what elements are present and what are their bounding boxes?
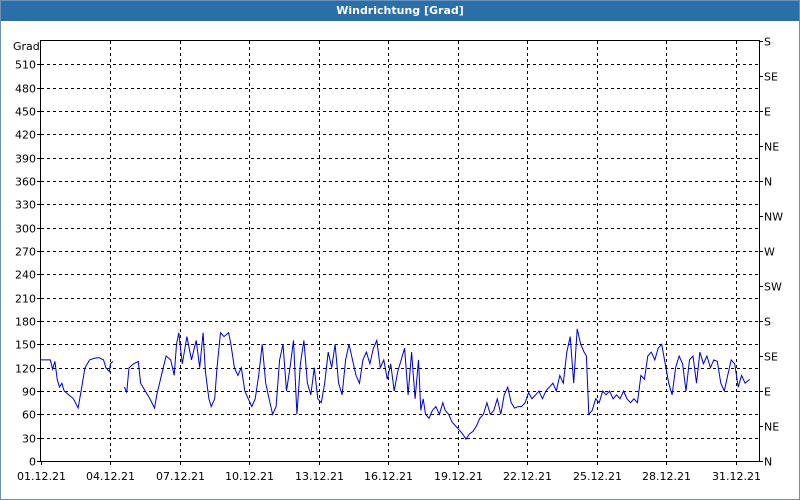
y2-tick-label: NE bbox=[764, 421, 779, 434]
y-axis-label: Grad bbox=[13, 40, 40, 53]
y-tick-label: 240 bbox=[15, 269, 36, 282]
y2-tick-label: E bbox=[764, 386, 771, 399]
x-tick-label: 25.12.21 bbox=[573, 470, 622, 483]
y2-tick-label: E bbox=[764, 106, 771, 119]
y-tick-label: 300 bbox=[15, 223, 36, 236]
y-tick-label: 30 bbox=[22, 433, 36, 446]
y-tick-label: 510 bbox=[15, 59, 36, 72]
y-tick-label: 150 bbox=[15, 339, 36, 352]
plot-area bbox=[40, 40, 760, 462]
x-tick-label: 13.12.21 bbox=[295, 470, 344, 483]
y2-tick-label: N bbox=[764, 456, 772, 469]
y2-tick-label: SW bbox=[764, 281, 782, 294]
y-tick-label: 450 bbox=[15, 106, 36, 119]
y-tick-label: 390 bbox=[15, 153, 36, 166]
wind-direction-chart: 0 30 60 90 120 150 180 210 240 270 300 330 360 390 420… bbox=[13, 36, 783, 484]
y2-tick-label: NE bbox=[764, 141, 779, 154]
x-tick-label: 22.12.21 bbox=[503, 470, 552, 483]
y-tick-label: 480 bbox=[15, 83, 36, 96]
y2-tick-label: SE bbox=[764, 71, 778, 84]
y-tick-label: 360 bbox=[15, 176, 36, 189]
y-tick-label: 180 bbox=[15, 316, 36, 329]
y2-tick-label: S bbox=[764, 316, 771, 329]
y-tick-label: 60 bbox=[22, 409, 36, 422]
x-tick-label: 31.12.21 bbox=[712, 470, 761, 483]
y-tick-label: 420 bbox=[15, 129, 36, 142]
y2-tick-label: SE bbox=[764, 351, 778, 364]
x-tick-label: 07.12.21 bbox=[156, 470, 205, 483]
y-tick-label: 0 bbox=[29, 456, 36, 469]
y-tick-label: 210 bbox=[15, 293, 36, 306]
y-tick-label: 90 bbox=[22, 386, 36, 399]
x-tick-label: 19.12.21 bbox=[434, 470, 483, 483]
x-tick-label: 28.12.21 bbox=[642, 470, 691, 483]
y2-tick-label: S bbox=[764, 36, 771, 49]
x-tick-label: 01.12.21 bbox=[17, 470, 66, 483]
y2-tick-label: W bbox=[764, 246, 775, 259]
y-tick-label: 120 bbox=[15, 363, 36, 376]
x-tick-label: 10.12.21 bbox=[225, 470, 274, 483]
x-tick-label: 04.12.21 bbox=[86, 470, 135, 483]
y2-tick-label: NW bbox=[764, 211, 783, 224]
y-tick-label: 330 bbox=[15, 199, 36, 212]
x-tick-label: 16.12.21 bbox=[364, 470, 413, 483]
y-tick-label: 270 bbox=[15, 246, 36, 259]
y2-tick-label: N bbox=[764, 176, 772, 189]
